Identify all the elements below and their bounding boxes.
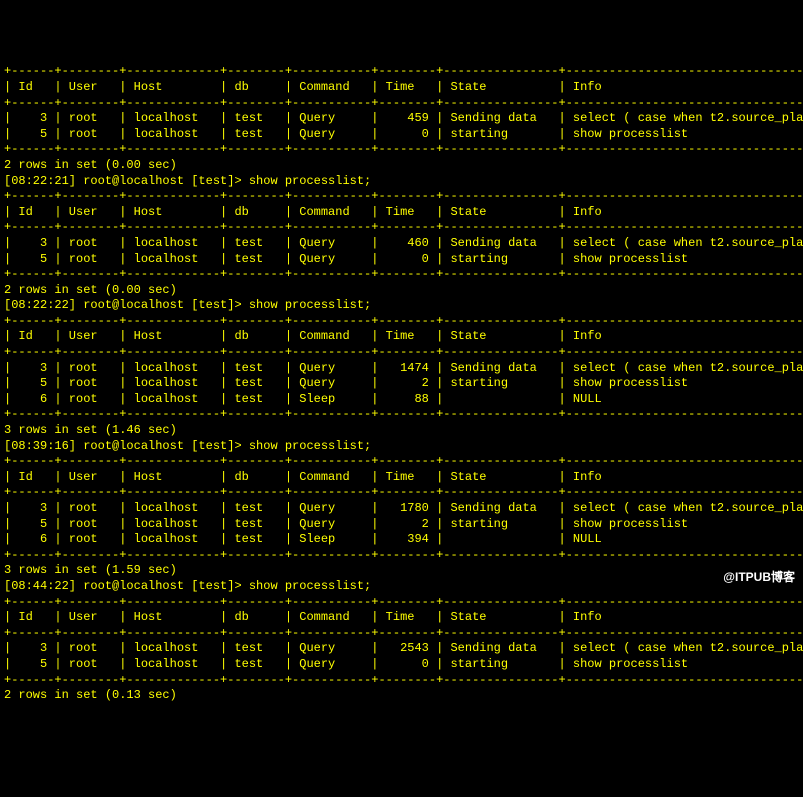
terminal-line: +------+--------+-------------+--------+… xyxy=(4,548,799,564)
terminal-line: | 5 | root | localhost | test | Query | … xyxy=(4,252,799,268)
terminal-line: +------+--------+-------------+--------+… xyxy=(4,595,799,611)
terminal-line: +------+--------+-------------+--------+… xyxy=(4,345,799,361)
terminal-line: 2 rows in set (0.00 sec) xyxy=(4,158,799,174)
terminal-line: 2 rows in set (0.00 sec) xyxy=(4,283,799,299)
terminal-line: 3 rows in set (1.59 sec) xyxy=(4,563,799,579)
terminal-line: | 5 | root | localhost | test | Query | … xyxy=(4,127,799,143)
terminal-line: +------+--------+-------------+--------+… xyxy=(4,407,799,423)
terminal-line: +------+--------+-------------+--------+… xyxy=(4,626,799,642)
terminal-line: | 3 | root | localhost | test | Query | … xyxy=(4,236,799,252)
terminal-line: | Id | User | Host | db | Command | Time… xyxy=(4,80,799,96)
terminal-line: | 6 | root | localhost | test | Sleep | … xyxy=(4,392,799,408)
terminal-line: +------+--------+-------------+--------+… xyxy=(4,267,799,283)
terminal-line: +------+--------+-------------+--------+… xyxy=(4,96,799,112)
terminal-line: | 5 | root | localhost | test | Query | … xyxy=(4,376,799,392)
watermark: @ITPUB博客 xyxy=(723,570,795,586)
terminal-line: +------+--------+-------------+--------+… xyxy=(4,454,799,470)
terminal-line: | Id | User | Host | db | Command | Time… xyxy=(4,470,799,486)
terminal-line: | 3 | root | localhost | test | Query | … xyxy=(4,641,799,657)
terminal-line: [08:44:22] root@localhost [test]> show p… xyxy=(4,579,799,595)
terminal-line: +------+--------+-------------+--------+… xyxy=(4,142,799,158)
terminal-line: | 3 | root | localhost | test | Query | … xyxy=(4,361,799,377)
terminal-line: | Id | User | Host | db | Command | Time… xyxy=(4,329,799,345)
terminal-line: | Id | User | Host | db | Command | Time… xyxy=(4,610,799,626)
terminal-line: 2 rows in set (0.13 sec) xyxy=(4,688,799,704)
terminal-line: +------+--------+-------------+--------+… xyxy=(4,673,799,689)
terminal-line: | 5 | root | localhost | test | Query | … xyxy=(4,517,799,533)
terminal-line: [08:22:22] root@localhost [test]> show p… xyxy=(4,298,799,314)
terminal-line: +------+--------+-------------+--------+… xyxy=(4,220,799,236)
terminal-line: +------+--------+-------------+--------+… xyxy=(4,189,799,205)
terminal-line: | 6 | root | localhost | test | Sleep | … xyxy=(4,532,799,548)
terminal-line: | Id | User | Host | db | Command | Time… xyxy=(4,205,799,221)
terminal-line: +------+--------+-------------+--------+… xyxy=(4,64,799,80)
terminal-line: | 5 | root | localhost | test | Query | … xyxy=(4,657,799,673)
terminal-line: | 3 | root | localhost | test | Query | … xyxy=(4,111,799,127)
terminal-line: 3 rows in set (1.46 sec) xyxy=(4,423,799,439)
terminal-line: | 3 | root | localhost | test | Query | … xyxy=(4,501,799,517)
terminal-line: [08:22:21] root@localhost [test]> show p… xyxy=(4,174,799,190)
terminal-line: [08:39:16] root@localhost [test]> show p… xyxy=(4,439,799,455)
terminal-output: +------+--------+-------------+--------+… xyxy=(4,64,799,703)
terminal-line: +------+--------+-------------+--------+… xyxy=(4,485,799,501)
terminal-line: +------+--------+-------------+--------+… xyxy=(4,314,799,330)
